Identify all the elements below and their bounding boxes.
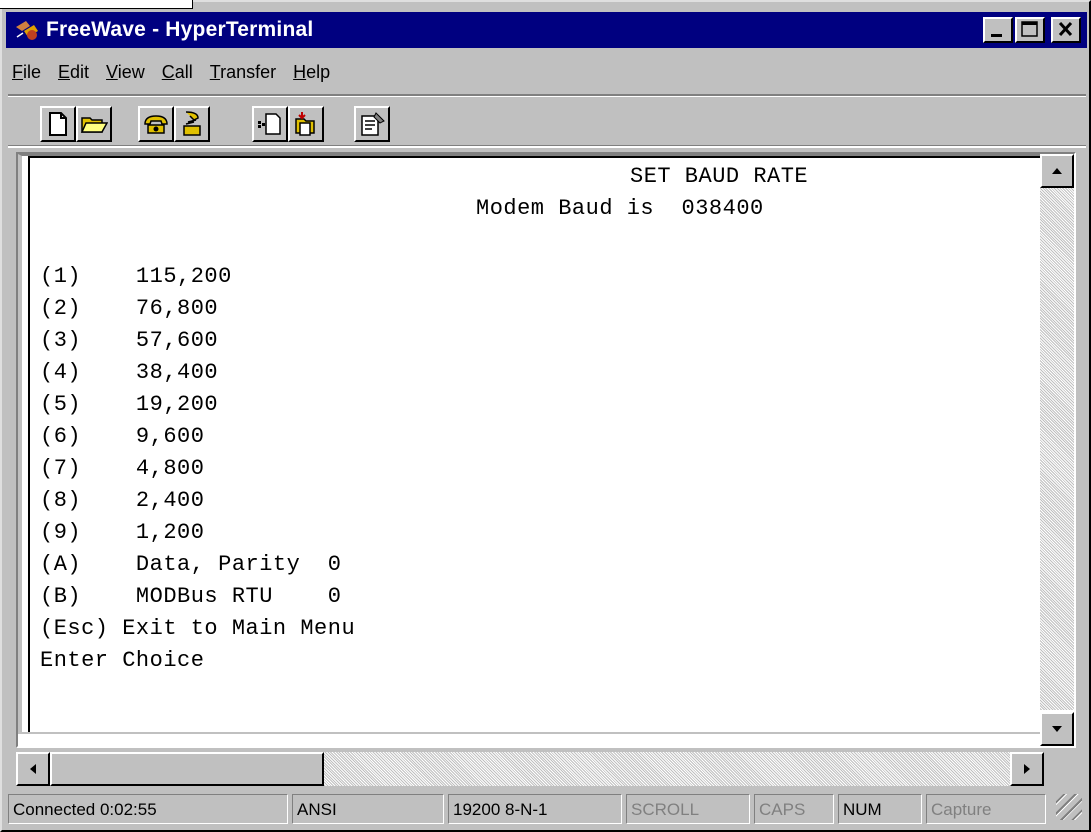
- terminal-line: (Esc) Exit to Main Menu: [40, 616, 356, 641]
- terminal-line: (8) 2,400: [40, 488, 205, 513]
- maximize-icon: [1021, 21, 1038, 37]
- hyperterminal-window: FreeWave - HyperTerminal File Edit View …: [0, 0, 1091, 832]
- status-emulation: ANSI: [292, 794, 444, 824]
- connect-icon: [144, 115, 168, 134]
- arrow-up-icon: [1052, 168, 1062, 174]
- horizontal-scrollbar[interactable]: [16, 752, 1044, 786]
- window-controls: [981, 17, 1081, 43]
- maximize-button[interactable]: [1015, 17, 1045, 43]
- menu-bar: File Edit View Call Transfer Help: [12, 56, 347, 88]
- terminal-line: (B) MODBus RTU 0: [40, 584, 342, 609]
- arrow-left-icon: [30, 764, 36, 774]
- toolbar-group-transfer: [252, 106, 324, 142]
- scroll-left-button[interactable]: [16, 752, 50, 786]
- menu-edit[interactable]: Edit: [58, 62, 89, 83]
- toolbar: [8, 94, 1086, 148]
- hyperterminal-app-icon[interactable]: [14, 17, 40, 43]
- terminal-line: (A) Data, Parity 0: [40, 552, 342, 577]
- status-capture: Capture: [926, 794, 1046, 824]
- open-button[interactable]: [76, 106, 112, 142]
- close-button[interactable]: [1051, 17, 1081, 43]
- menu-call[interactable]: Call: [162, 62, 193, 83]
- terminal-line: (1) 115,200: [40, 264, 232, 289]
- new-icon: [49, 112, 67, 136]
- send-button[interactable]: [252, 106, 288, 142]
- arrow-down-icon: [1052, 726, 1062, 732]
- menu-transfer[interactable]: Transfer: [210, 62, 276, 83]
- terminal-heading: SET BAUD RATE: [630, 164, 809, 189]
- receive-icon: [295, 112, 315, 136]
- terminal-line: (4) 38,400: [40, 360, 219, 385]
- terminal-line: (2) 76,800: [40, 296, 219, 321]
- menu-view[interactable]: View: [106, 62, 145, 83]
- terminal-screen[interactable]: SET BAUD RATE Modem Baud is 038400 (1) 1…: [18, 154, 1040, 732]
- frame-tab-outline: [0, 0, 193, 9]
- scroll-up-button[interactable]: [1040, 154, 1074, 188]
- scrollbar-corner: [1044, 752, 1086, 786]
- vertical-scrollbar[interactable]: [1040, 154, 1074, 746]
- send-icon: [258, 113, 281, 135]
- scroll-right-button[interactable]: [1010, 752, 1044, 786]
- connect-button[interactable]: [138, 106, 174, 142]
- new-connection-button[interactable]: [40, 106, 76, 142]
- arrow-right-icon: [1024, 764, 1030, 774]
- status-connected-time: Connected 0:02:55: [8, 794, 288, 824]
- disconnect-icon: [183, 111, 201, 136]
- title-bar[interactable]: FreeWave - HyperTerminal: [6, 12, 1087, 48]
- resize-grip[interactable]: [1056, 794, 1082, 820]
- close-icon: [1058, 21, 1073, 37]
- properties-button[interactable]: [354, 106, 390, 142]
- terminal-prompt: Enter Choice: [40, 648, 205, 673]
- status-num: NUM: [838, 794, 922, 824]
- status-bar: Connected 0:02:55 ANSI 19200 8-N-1 SCROL…: [8, 794, 1088, 828]
- scroll-down-button[interactable]: [1040, 712, 1074, 746]
- toolbar-group-properties: [354, 106, 390, 142]
- open-icon: [80, 117, 108, 133]
- minimize-button[interactable]: [983, 17, 1013, 43]
- receive-button[interactable]: [288, 106, 324, 142]
- toolbar-group-file: [40, 106, 112, 142]
- status-scroll: SCROLL: [626, 794, 750, 824]
- disconnect-button[interactable]: [174, 106, 210, 142]
- terminal-frame: SET BAUD RATE Modem Baud is 038400 (1) 1…: [16, 152, 1076, 748]
- toolbar-group-call: [138, 106, 210, 142]
- status-caps: CAPS: [754, 794, 834, 824]
- terminal-modem-baud: Modem Baud is 038400: [476, 196, 764, 221]
- terminal-line: (6) 9,600: [40, 424, 205, 449]
- terminal-line: (3) 57,600: [40, 328, 219, 353]
- terminal-line: (5) 19,200: [40, 392, 219, 417]
- menu-file[interactable]: File: [12, 62, 41, 83]
- properties-icon: [361, 112, 385, 136]
- status-port-settings: 19200 8-N-1: [448, 794, 622, 824]
- terminal-text-area[interactable]: SET BAUD RATE Modem Baud is 038400 (1) 1…: [28, 156, 1040, 732]
- minimize-icon: [991, 34, 1002, 37]
- terminal-line: (9) 1,200: [40, 520, 205, 545]
- vertical-scroll-track[interactable]: [1040, 188, 1074, 712]
- horizontal-scroll-thumb[interactable]: [50, 752, 324, 786]
- window-title: FreeWave - HyperTerminal: [46, 18, 314, 41]
- terminal-bottom-margin: [18, 732, 1040, 746]
- terminal-line: (7) 4,800: [40, 456, 205, 481]
- menu-help[interactable]: Help: [293, 62, 330, 83]
